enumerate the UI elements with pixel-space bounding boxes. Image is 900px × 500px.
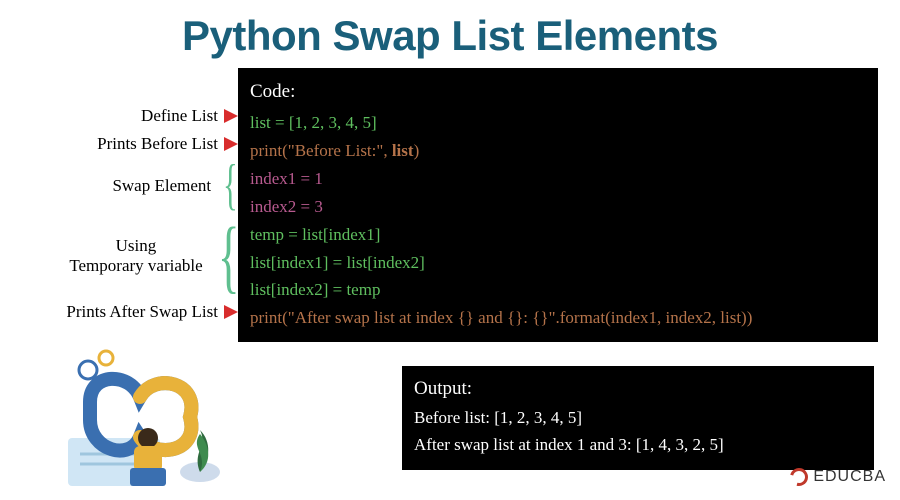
brand-text: EDUCBA xyxy=(813,468,886,486)
gear-icon xyxy=(79,361,97,379)
label-line1: Using xyxy=(116,236,157,256)
label-define-list: Define List xyxy=(141,102,238,130)
brand-logo: EDUCBA xyxy=(790,468,886,486)
label-line2: Temporary variable xyxy=(69,256,202,276)
output-line-1: Before list: [1, 2, 3, 4, 5] xyxy=(414,405,862,431)
illus-laptop xyxy=(130,468,166,486)
arrow-right-icon xyxy=(224,305,238,319)
code-fragment: ) xyxy=(414,141,420,160)
output-heading: Output: xyxy=(414,374,862,403)
page-title: Python Swap List Elements xyxy=(0,0,900,68)
gear-icon xyxy=(99,351,113,365)
label-text: Prints Before List xyxy=(97,134,218,154)
label-text: Using Temporary variable xyxy=(69,236,202,275)
output-block: Output: Before list: [1, 2, 3, 4, 5] Aft… xyxy=(402,366,874,470)
code-line-5: temp = list[index1] xyxy=(250,221,868,249)
label-text: Prints After Swap List xyxy=(66,302,218,322)
code-fragment: print("Before List:", xyxy=(250,141,392,160)
brand-mark-icon xyxy=(787,465,812,490)
code-block: Code: list = [1, 2, 3, 4, 5] print("Befo… xyxy=(238,68,878,342)
main-content: Define List Prints Before List Swap Elem… xyxy=(0,68,900,342)
code-line-4: index2 = 3 xyxy=(250,193,868,221)
code-line-6: list[index1] = list[index2] xyxy=(250,249,868,277)
code-line-3: index1 = 1 xyxy=(250,165,868,193)
annotation-column: Define List Prints Before List Swap Elem… xyxy=(4,68,238,326)
arrow-right-icon xyxy=(224,109,238,123)
code-line-7: list[index2] = temp xyxy=(250,276,868,304)
curly-brace-icon: { xyxy=(217,233,239,278)
curly-brace-icon: { xyxy=(223,169,238,203)
devops-illustration xyxy=(60,342,240,492)
code-line-1: list = [1, 2, 3, 4, 5] xyxy=(250,109,868,137)
label-prints-before: Prints Before List xyxy=(97,130,238,158)
label-swap-element: Swap Element { xyxy=(112,158,238,214)
label-prints-after: Prints After Swap List xyxy=(66,298,238,326)
label-text: Define List xyxy=(141,106,218,126)
code-heading: Code: xyxy=(250,76,868,107)
illus-person-head xyxy=(138,428,158,448)
label-text: Swap Element xyxy=(112,176,211,196)
output-line-2: After swap list at index 1 and 3: [1, 4,… xyxy=(414,432,862,458)
code-fragment-bold: list xyxy=(392,141,414,160)
label-using-temp: Using Temporary variable { xyxy=(69,214,238,298)
code-line-2: print("Before List:", list) xyxy=(250,137,868,165)
code-line-8: print("After swap list at index {} and {… xyxy=(250,304,868,332)
arrow-right-icon xyxy=(224,137,238,151)
